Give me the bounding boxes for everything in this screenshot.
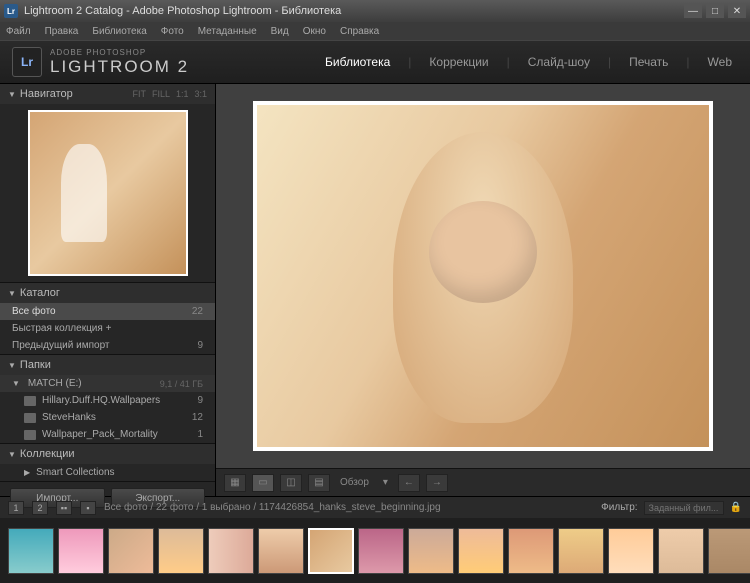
module-4[interactable]: Web (702, 55, 738, 69)
collections-title: Коллекции (20, 448, 75, 460)
thumbnail-14[interactable] (658, 528, 704, 574)
menu-метаданные[interactable]: Метаданные (198, 26, 257, 37)
left-panel: ▼ Навигатор FIT FILL 1:1 3:1 ▼ Каталог Все … (0, 84, 216, 496)
folders-title: Папки (20, 359, 51, 371)
loupe-image (253, 101, 713, 451)
thumbnail-15[interactable] (708, 528, 750, 574)
thumbnail-1[interactable] (8, 528, 54, 574)
navigator-header[interactable]: ▼ Навигатор FIT FILL 1:1 3:1 (0, 84, 215, 104)
app-icon: Lr (4, 4, 18, 18)
thumbnail-9[interactable] (408, 528, 454, 574)
thumbnail-13[interactable] (608, 528, 654, 574)
zoom-3:1[interactable]: 3:1 (194, 89, 207, 99)
view-toolbar: ▦ ▭ ◫ ▤ Обзор ▾ ← → (216, 468, 750, 496)
dropdown-icon[interactable]: ▾ (383, 477, 388, 488)
thumbnail-8[interactable] (358, 528, 404, 574)
thumbnail-10[interactable] (458, 528, 504, 574)
thumbnail-7[interactable] (308, 528, 354, 574)
module-2[interactable]: Слайд-шоу (522, 55, 596, 69)
page-1-button[interactable]: 1 (8, 501, 24, 515)
image-canvas[interactable] (216, 84, 750, 468)
chevron-right-icon: ▶ (24, 468, 30, 477)
collections-header[interactable]: ▼ Коллекции (0, 444, 215, 464)
navigator-preview[interactable] (28, 110, 188, 276)
collections-panel: ▼ Коллекции ▶ Smart Collections (0, 444, 215, 482)
module-0[interactable]: Библиотека (319, 55, 396, 69)
breadcrumb: Все фото / 22 фото / 1 выбрано / 1174426… (104, 502, 441, 513)
collection-item[interactable]: ▶ Smart Collections (0, 464, 215, 481)
grid-size-large[interactable]: ▪ (80, 501, 96, 515)
thumbnail-6[interactable] (258, 528, 304, 574)
maximize-button[interactable]: □ (706, 4, 724, 18)
loupe-view-button[interactable]: ▭ (252, 474, 274, 492)
collection-label: Smart Collections (36, 467, 114, 478)
brand-small: ADOBE PHOTOSHOP (50, 48, 189, 57)
main-view: ▦ ▭ ◫ ▤ Обзор ▾ ← → (216, 84, 750, 496)
menu-вид[interactable]: Вид (271, 26, 289, 37)
module-1[interactable]: Коррекции (423, 55, 494, 69)
zoom-FILL[interactable]: FILL (152, 89, 170, 99)
filmstrip[interactable] (0, 518, 750, 583)
menu-окно[interactable]: Окно (303, 26, 326, 37)
module-picker: Библиотека|Коррекции|Слайд-шоу|Печать|We… (319, 55, 738, 69)
menu-фото[interactable]: Фото (161, 26, 184, 37)
minimize-button[interactable]: — (684, 4, 702, 18)
thumbnail-4[interactable] (158, 528, 204, 574)
menu-файл[interactable]: Файл (6, 26, 31, 37)
zoom-FIT[interactable]: FIT (132, 89, 146, 99)
navigator-title: Навигатор (20, 88, 73, 100)
lightroom-logo-icon: Lr (12, 47, 42, 77)
thumbnail-5[interactable] (208, 528, 254, 574)
volume-header[interactable]: ▼ MATCH (E:) 9,1 / 41 ГБ (0, 375, 215, 392)
thumbnail-3[interactable] (108, 528, 154, 574)
grid-view-button[interactable]: ▦ (224, 474, 246, 492)
catalog-item-0[interactable]: Все фото22 (0, 303, 215, 320)
chevron-down-icon: ▼ (8, 361, 16, 370)
grid-size-small[interactable]: ▪▪ (56, 501, 72, 515)
brand-title: LIGHTROOM 2 (50, 57, 189, 77)
catalog-item-2[interactable]: Предыдущий импорт9 (0, 337, 215, 354)
catalog-title: Каталог (20, 287, 60, 299)
menu-правка[interactable]: Правка (45, 26, 79, 37)
folder-item-2[interactable]: Wallpaper_Pack_Mortality1 (0, 426, 215, 443)
menu-библиотека[interactable]: Библиотека (92, 26, 146, 37)
filter-label: Фильтр: (601, 502, 637, 513)
page-2-button[interactable]: 2 (32, 501, 48, 515)
chevron-down-icon: ▼ (12, 379, 20, 388)
folder-icon (24, 413, 36, 423)
catalog-item-1[interactable]: Быстрая коллекция + (0, 320, 215, 337)
thumbnail-12[interactable] (558, 528, 604, 574)
survey-view-button[interactable]: ▤ (308, 474, 330, 492)
chevron-down-icon: ▼ (8, 289, 16, 298)
folders-panel: ▼ Папки ▼ MATCH (E:) 9,1 / 41 ГБ Hillary… (0, 355, 215, 444)
window-title: Lightroom 2 Catalog - Adobe Photoshop Li… (24, 5, 341, 17)
menu-bar: Файл Правка Библиотека Фото Метаданные Вид Окн… (0, 22, 750, 40)
next-button[interactable]: → (426, 474, 448, 492)
zoom-1:1[interactable]: 1:1 (176, 89, 189, 99)
lock-icon[interactable]: 🔒 (730, 502, 742, 513)
catalog-header[interactable]: ▼ Каталог (0, 283, 215, 303)
module-3[interactable]: Печать (623, 55, 674, 69)
volume-stats: 9,1 / 41 ГБ (160, 379, 203, 389)
volume-name: MATCH (E:) (28, 378, 82, 389)
thumbnail-11[interactable] (508, 528, 554, 574)
catalog-panel: ▼ Каталог Все фото22Быстрая коллекция +П… (0, 283, 215, 355)
module-header: Lr ADOBE PHOTOSHOP LIGHTROOM 2 Библиотек… (0, 40, 750, 84)
folders-header[interactable]: ▼ Папки (0, 355, 215, 375)
folder-item-1[interactable]: SteveHanks12 (0, 409, 215, 426)
thumbnail-2[interactable] (58, 528, 104, 574)
folder-icon (24, 396, 36, 406)
close-button[interactable]: ✕ (728, 4, 746, 18)
navigator-panel: ▼ Навигатор FIT FILL 1:1 3:1 (0, 84, 215, 283)
folder-item-0[interactable]: Hillary.Duff.HQ.Wallpapers9 (0, 392, 215, 409)
menu-справка[interactable]: Справка (340, 26, 379, 37)
chevron-down-icon: ▼ (8, 90, 16, 99)
folder-icon (24, 430, 36, 440)
compare-view-button[interactable]: ◫ (280, 474, 302, 492)
chevron-down-icon: ▼ (8, 450, 16, 459)
window-titlebar: Lr Lightroom 2 Catalog - Adobe Photoshop… (0, 0, 750, 22)
prev-button[interactable]: ← (398, 474, 420, 492)
view-mode-label: Обзор (340, 477, 369, 488)
filter-input[interactable] (644, 501, 724, 515)
